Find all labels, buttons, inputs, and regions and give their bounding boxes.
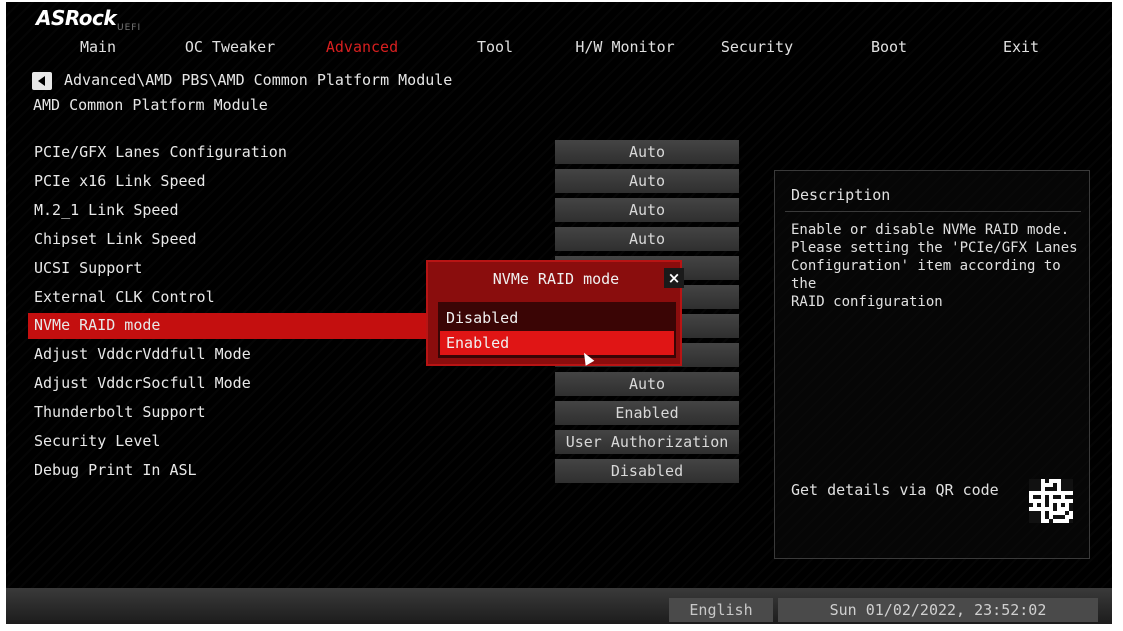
setting-label: PCIe/GFX Lanes Configuration: [34, 143, 287, 161]
setting-row-debug-print-asl[interactable]: Debug Print In ASL: [28, 458, 428, 484]
setting-row-chipset-link-speed[interactable]: Chipset Link Speed: [28, 227, 428, 253]
setting-label: M.2_1 Link Speed: [34, 201, 179, 219]
close-icon[interactable]: ×: [664, 268, 684, 288]
tab-tool[interactable]: Tool: [477, 38, 513, 56]
description-title: Description: [791, 186, 891, 204]
setting-row-m2-link-speed[interactable]: M.2_1 Link Speed: [28, 198, 428, 224]
value-pcie-gfx-lanes[interactable]: Auto: [555, 140, 739, 164]
tab-advanced[interactable]: Advanced: [326, 38, 398, 56]
page-title: AMD Common Platform Module: [33, 96, 268, 114]
setting-row-pcie-x16-link-speed[interactable]: PCIe x16 Link Speed: [28, 169, 428, 195]
tab-oc-tweaker[interactable]: OC Tweaker: [185, 38, 275, 56]
back-arrow-icon[interactable]: [32, 72, 52, 90]
setting-row-adjust-vddcrvddfull[interactable]: Adjust VddcrVddfull Mode: [28, 342, 428, 368]
setting-label: Adjust VddcrSocfull Mode: [34, 374, 251, 392]
setting-label: UCSI Support: [34, 259, 143, 277]
setting-row-external-clk-control[interactable]: External CLK Control: [28, 285, 428, 311]
nvme-raid-mode-dialog: NVMe RAID mode × Disabled Enabled: [426, 260, 684, 366]
qr-label: Get details via QR code: [791, 481, 999, 499]
tab-security[interactable]: Security: [721, 38, 793, 56]
setting-label: PCIe x16 Link Speed: [34, 172, 206, 190]
setting-label: External CLK Control: [34, 288, 215, 306]
dialog-title: NVMe RAID mode: [492, 270, 620, 288]
value-chipset-link-speed[interactable]: Auto: [555, 227, 739, 251]
datetime-display: Sun 01/02/2022, 23:52:02: [778, 598, 1098, 622]
language-button[interactable]: English: [669, 598, 773, 622]
setting-row-thunderbolt-support[interactable]: Thunderbolt Support: [28, 400, 428, 426]
setting-label: Security Level: [34, 432, 161, 450]
setting-row-ucsi-support[interactable]: UCSI Support: [28, 256, 428, 282]
value-m2-link-speed[interactable]: Auto: [555, 198, 739, 222]
option-enabled[interactable]: Enabled: [440, 331, 674, 355]
value-pcie-x16-link-speed[interactable]: Auto: [555, 169, 739, 193]
value-security-level[interactable]: User Authorization: [555, 430, 739, 454]
tab-hw-monitor[interactable]: H/W Monitor: [575, 38, 674, 56]
value-adjust-vddcrsocfull[interactable]: Auto: [555, 372, 739, 396]
setting-label: NVMe RAID mode: [34, 316, 161, 334]
tab-boot[interactable]: Boot: [871, 38, 907, 56]
setting-label: Adjust VddcrVddfull Mode: [34, 345, 251, 363]
value-debug-print-asl[interactable]: Disabled: [555, 459, 739, 483]
setting-row-pcie-gfx-lanes[interactable]: PCIe/GFX Lanes Configuration: [28, 140, 428, 166]
option-disabled[interactable]: Disabled: [440, 306, 674, 330]
dialog-options-list: Disabled Enabled: [438, 302, 676, 358]
setting-label: Debug Print In ASL: [34, 461, 197, 479]
qr-code-icon: [1029, 479, 1073, 523]
bios-screen: ASRock UEFI Main OC Tweaker Advanced Too…: [6, 2, 1112, 624]
asrock-logo: ASRock: [36, 6, 117, 30]
tab-main[interactable]: Main: [80, 38, 116, 56]
uefi-label: UEFI: [117, 23, 142, 33]
setting-row-nvme-raid-mode[interactable]: NVMe RAID mode: [28, 313, 428, 339]
setting-label: Chipset Link Speed: [34, 230, 197, 248]
breadcrumb: Advanced\AMD PBS\AMD Common Platform Mod…: [64, 71, 453, 89]
description-panel: Description Enable or disable NVMe RAID …: [774, 170, 1090, 559]
setting-row-adjust-vddcrsocfull[interactable]: Adjust VddcrSocfull Mode: [28, 371, 428, 397]
description-divider: [785, 211, 1081, 212]
description-text: Enable or disable NVMe RAID mode. Please…: [791, 222, 1078, 310]
setting-label: Thunderbolt Support: [34, 403, 206, 421]
setting-row-security-level[interactable]: Security Level: [28, 429, 428, 455]
value-thunderbolt-support[interactable]: Enabled: [555, 401, 739, 425]
tab-exit[interactable]: Exit: [1003, 38, 1039, 56]
